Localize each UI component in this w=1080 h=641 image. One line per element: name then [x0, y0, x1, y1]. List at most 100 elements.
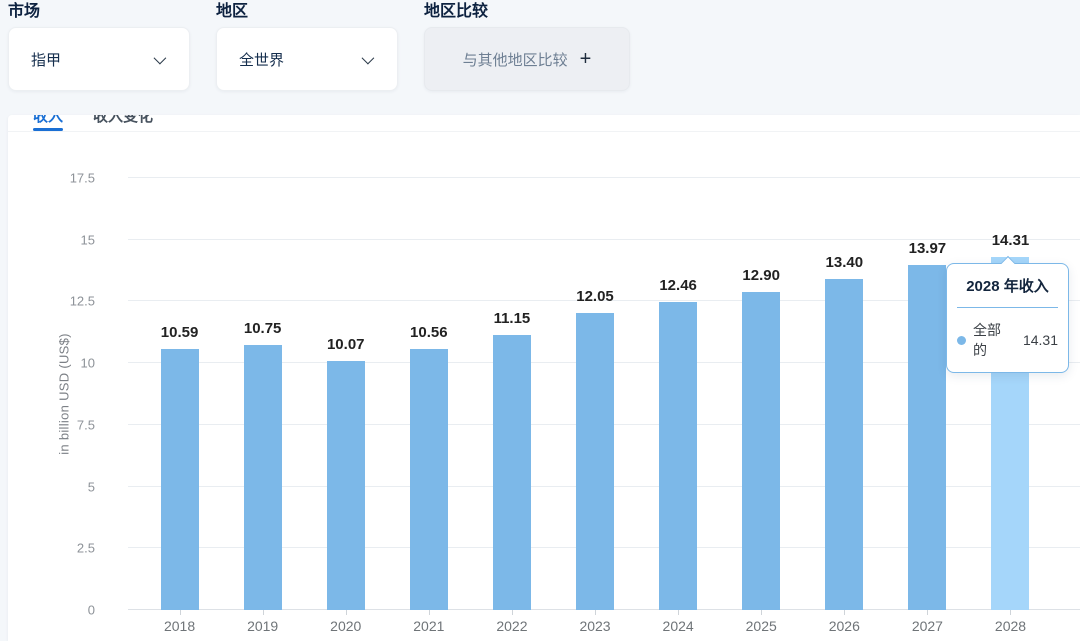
- y-tick-label: 15: [81, 232, 95, 247]
- series-dot-icon: [957, 336, 966, 345]
- market-filter-label: 市场: [8, 3, 190, 21]
- x-tick-mark: [429, 610, 430, 615]
- x-tick-label: 2025: [746, 618, 777, 634]
- x-axis-cell: 2023: [553, 610, 636, 641]
- plus-icon: +: [580, 49, 592, 69]
- bar-value-label: 12.05: [576, 288, 614, 305]
- bar-value-label: 14.31: [992, 232, 1030, 249]
- y-tick-label: 17.5: [70, 171, 95, 186]
- bar-2019[interactable]: [244, 345, 282, 610]
- region-select-value: 全世界: [239, 49, 284, 70]
- chevron-down-icon: [154, 51, 167, 64]
- x-axis-cell: 2021: [387, 610, 470, 641]
- x-tick-label: 2023: [579, 618, 610, 634]
- bar-column: 13.97: [886, 178, 969, 610]
- x-tick-label: 2028: [995, 618, 1026, 634]
- filter-bar: 市场 指甲 地区 全世界 地区比较 与其他地区比较 +: [8, 3, 630, 91]
- chart-tooltip: 2028 年收入 全部的 14.31: [946, 263, 1069, 373]
- x-axis-cell: 2026: [803, 610, 886, 641]
- tab-revenue-label: 收入: [33, 115, 63, 127]
- x-tick-mark: [678, 610, 679, 615]
- x-tick-label: 2019: [247, 618, 278, 634]
- bar-column: 12.90: [720, 178, 803, 610]
- bar-value-label: 10.07: [327, 336, 365, 353]
- bar-value-label: 12.46: [659, 277, 697, 294]
- x-axis-cell: 2027: [886, 610, 969, 641]
- bar-columns: 10.5910.7510.0710.5611.1512.0512.4612.90…: [138, 178, 1052, 610]
- market-select[interactable]: 指甲: [8, 27, 190, 91]
- y-tick-label: 12.5: [70, 294, 95, 309]
- compare-regions-button[interactable]: 与其他地区比较 +: [424, 27, 630, 91]
- x-axis-cell: 2018: [138, 610, 221, 641]
- tooltip-series-label: 全部的: [973, 320, 1013, 360]
- bar-2026[interactable]: [825, 279, 863, 610]
- bar-value-label: 13.40: [826, 254, 864, 271]
- region-select[interactable]: 全世界: [216, 27, 398, 91]
- tooltip-title: 2028 年收入: [957, 275, 1058, 308]
- bar-2022[interactable]: [493, 335, 531, 610]
- x-tick-mark: [180, 610, 181, 615]
- x-tick-label: 2026: [829, 618, 860, 634]
- x-axis-cell: 2028: [969, 610, 1052, 641]
- x-tick-mark: [844, 610, 845, 615]
- bar-column: 10.56: [387, 178, 470, 610]
- bar-value-label: 11.15: [494, 310, 531, 327]
- bar-value-label: 12.90: [742, 267, 780, 284]
- x-axis-cell: 2020: [304, 610, 387, 641]
- y-tick-label: 0: [88, 603, 95, 618]
- tab-revenue-change[interactable]: 收入变化: [93, 115, 153, 131]
- x-tick-label: 2022: [496, 618, 527, 634]
- x-axis-cell: 2019: [221, 610, 304, 641]
- y-tick-label: 7.5: [77, 417, 95, 432]
- x-tick-label: 2018: [164, 618, 195, 634]
- bar-column: 10.75: [221, 178, 304, 610]
- bar-2025[interactable]: [742, 292, 780, 610]
- region-filter-label: 地区: [216, 3, 398, 21]
- tab-revenue[interactable]: 收入: [33, 115, 63, 131]
- tooltip-series-value: 14.31: [1023, 332, 1058, 348]
- y-axis-title: in billion USD (US$): [57, 333, 72, 455]
- bar-2018[interactable]: [161, 349, 199, 610]
- bar-column: 12.05: [553, 178, 636, 610]
- x-tick-label: 2020: [330, 618, 361, 634]
- x-tick-mark: [595, 610, 596, 615]
- x-axis-cell: 2022: [470, 610, 553, 641]
- bar-2021[interactable]: [410, 349, 448, 610]
- chart-card: 收入 收入变化 0 2.5 5 7.5 10 12.5 15 17.5 in billion …: [8, 115, 1080, 641]
- x-tick-mark: [1010, 610, 1011, 615]
- bar-column: 10.07: [304, 178, 387, 610]
- y-tick-label: 5: [88, 479, 95, 494]
- plot-area: 10.5910.7510.0710.5611.1512.0512.4612.90…: [128, 178, 1080, 610]
- market-select-value: 指甲: [31, 49, 61, 70]
- tab-revenue-change-label: 收入变化: [93, 115, 153, 127]
- filter-group-region-compare: 地区比较 与其他地区比较 +: [424, 3, 630, 91]
- bar-chart: 02.557.51012.51517.5 in billion USD (US$…: [8, 178, 1080, 641]
- y-tick-label: 2.5: [77, 541, 95, 556]
- bar-column: 14.31: [969, 178, 1052, 610]
- x-tick-label: 2021: [413, 618, 444, 634]
- x-tick-mark: [927, 610, 928, 615]
- y-tick-label: 10: [81, 356, 95, 371]
- bar-2027[interactable]: [908, 265, 946, 610]
- x-tick-label: 2024: [663, 618, 694, 634]
- bar-column: 12.46: [637, 178, 720, 610]
- x-tick-label: 2027: [912, 618, 943, 634]
- active-tab-underline: [33, 128, 63, 131]
- filter-group-market: 市场 指甲: [8, 3, 190, 91]
- x-tick-mark: [346, 610, 347, 615]
- bar-2024[interactable]: [659, 302, 697, 610]
- region-compare-label: 地区比较: [424, 3, 630, 21]
- x-tick-mark: [761, 610, 762, 615]
- x-axis-cell: 2024: [637, 610, 720, 641]
- chevron-down-icon: [362, 51, 375, 64]
- x-axis-labels: 2018 2019 2020 2021 2022 2023 2024 2025 2026 2027…: [138, 610, 1052, 641]
- bar-value-label: 10.75: [244, 320, 282, 337]
- bar-2020[interactable]: [327, 361, 365, 610]
- compare-regions-button-label: 与其他地区比较: [463, 49, 568, 70]
- bar-column: 13.40: [803, 178, 886, 610]
- bar-value-label: 13.97: [909, 240, 947, 257]
- x-axis-cell: 2025: [720, 610, 803, 641]
- bar-2023[interactable]: [576, 313, 614, 610]
- filter-group-region: 地区 全世界: [216, 3, 398, 91]
- x-tick-mark: [512, 610, 513, 615]
